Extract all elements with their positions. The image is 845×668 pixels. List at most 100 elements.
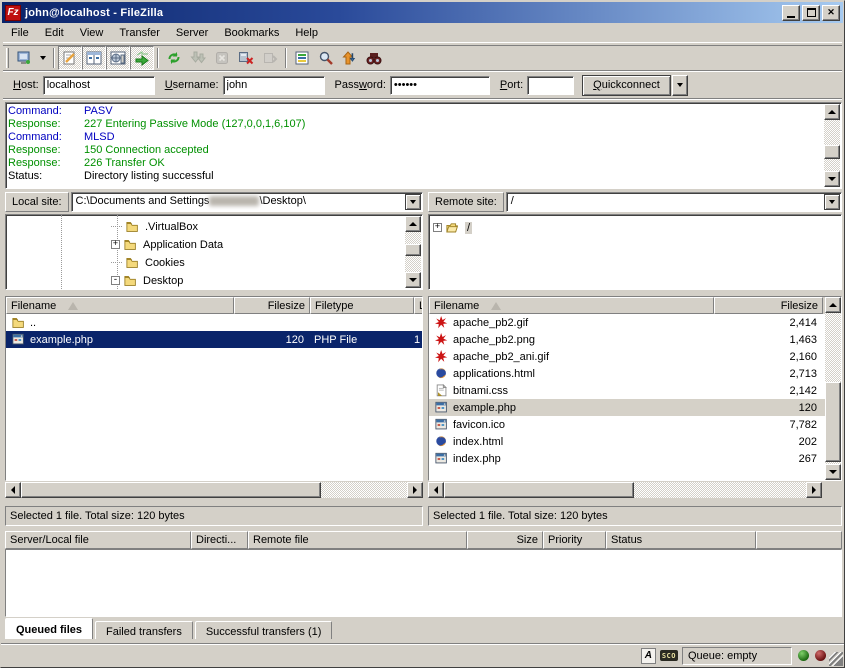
scroll-right-button[interactable]: [806, 482, 822, 498]
menu-transfer[interactable]: Transfer: [111, 25, 168, 41]
site-manager-button[interactable]: [12, 46, 36, 70]
quickconnect-dropdown[interactable]: [672, 75, 688, 96]
remote-site-combo[interactable]: /: [506, 192, 842, 212]
queue-column-priority[interactable]: Priority: [543, 531, 606, 549]
column-header-filesize[interactable]: Filesize: [234, 297, 310, 314]
remote-site-path[interactable]: /: [506, 192, 842, 212]
file-row-example-php[interactable]: example.php120: [429, 399, 841, 416]
scroll-up-button[interactable]: [825, 297, 841, 313]
chevron-down-icon: [410, 200, 416, 204]
tab-queued-files[interactable]: Queued files: [5, 618, 93, 639]
chevron-down-icon: [40, 56, 46, 60]
scroll-thumb[interactable]: [405, 244, 421, 256]
menu-file[interactable]: File: [3, 25, 37, 41]
menu-view[interactable]: View: [72, 25, 112, 41]
file-row-bitnami-css[interactable]: bitnami.css2,142: [429, 382, 841, 399]
host-input[interactable]: [43, 76, 155, 95]
file-size-cell: 2,713: [714, 368, 823, 380]
tree-item-cookies[interactable]: Cookies: [111, 254, 185, 271]
close-button[interactable]: ✕: [822, 5, 840, 21]
local-site-path[interactable]: C:\Documents and Settings\Desktop\: [71, 192, 423, 212]
refresh-button[interactable]: [162, 46, 186, 70]
column-header-l[interactable]: L: [414, 297, 423, 314]
toggle-message-log-button[interactable]: [58, 46, 82, 70]
column-header-filename[interactable]: Filename: [429, 297, 714, 314]
toggle-remote-tree-button[interactable]: [106, 46, 130, 70]
scroll-thumb[interactable]: [21, 482, 321, 498]
scroll-up-button[interactable]: [405, 216, 421, 232]
file-row-apache-pb2-ani-gif[interactable]: apache_pb2_ani.gif2,160: [429, 348, 841, 365]
scroll-up-button[interactable]: [824, 104, 840, 120]
indicator-badge-icon[interactable]: SCO: [660, 650, 678, 661]
find-files-button[interactable]: [362, 46, 386, 70]
scroll-down-button[interactable]: [825, 464, 841, 480]
scroll-left-button[interactable]: [428, 482, 444, 498]
menu-help[interactable]: Help: [287, 25, 326, 41]
remote-site-dropdown[interactable]: [824, 194, 840, 210]
file-row--[interactable]: ..: [6, 314, 422, 331]
tree-item-desktop[interactable]: -Desktop: [111, 272, 183, 289]
queue-column-remote-file[interactable]: Remote file: [248, 531, 467, 549]
disconnect-button[interactable]: [234, 46, 258, 70]
tree-item-root[interactable]: +/: [433, 219, 472, 236]
scroll-thumb[interactable]: [824, 145, 840, 159]
scroll-thumb[interactable]: [444, 482, 634, 498]
log-scrollbar[interactable]: [823, 104, 840, 187]
filter-button[interactable]: [290, 46, 314, 70]
scroll-right-button[interactable]: [407, 482, 423, 498]
tab-successful-transfers-1-[interactable]: Successful transfers (1): [195, 621, 333, 639]
expand-icon[interactable]: +: [433, 223, 442, 232]
local-site-dropdown[interactable]: [405, 194, 421, 210]
tab-failed-transfers[interactable]: Failed transfers: [95, 621, 193, 639]
reconnect-button[interactable]: [258, 46, 282, 70]
menu-bookmarks[interactable]: Bookmarks: [216, 25, 287, 41]
toggle-transfer-queue-button[interactable]: [130, 46, 154, 70]
scroll-left-button[interactable]: [5, 482, 21, 498]
chevron-down-icon: [829, 200, 835, 204]
site-manager-dropdown[interactable]: [36, 46, 50, 70]
toggle-local-tree-button[interactable]: [82, 46, 106, 70]
queue-column-server-local-file[interactable]: Server/Local file: [5, 531, 191, 549]
username-input[interactable]: [223, 76, 325, 95]
quickconnect-button[interactable]: Quickconnect: [582, 75, 671, 96]
file-row-example-php[interactable]: example.php120PHP File1: [6, 331, 422, 348]
menu-edit[interactable]: Edit: [37, 25, 72, 41]
file-row-index-html[interactable]: index.html202: [429, 433, 841, 450]
file-row-applications-html[interactable]: applications.html2,713: [429, 365, 841, 382]
process-queue-button[interactable]: [186, 46, 210, 70]
local-site-combo[interactable]: C:\Documents and Settings\Desktop\: [71, 192, 423, 212]
remote-hscrollbar[interactable]: [428, 482, 822, 499]
column-header-filetype[interactable]: Filetype: [310, 297, 414, 314]
resize-grip[interactable]: [829, 652, 843, 666]
file-row-favicon-ico[interactable]: favicon.ico7,782: [429, 416, 841, 433]
sync-browsing-button[interactable]: [338, 46, 362, 70]
menu-server[interactable]: Server: [168, 25, 216, 41]
minimize-button[interactable]: [782, 5, 800, 21]
expand-icon[interactable]: +: [111, 240, 120, 249]
remote-list-scrollbar[interactable]: [824, 297, 841, 480]
scroll-thumb[interactable]: [825, 382, 841, 462]
compare-button[interactable]: [314, 46, 338, 70]
password-input[interactable]: [390, 76, 490, 95]
scroll-down-button[interactable]: [405, 272, 421, 288]
local-tree-scrollbar[interactable]: [404, 216, 421, 288]
port-input[interactable]: [527, 76, 574, 95]
queue-column-status[interactable]: Status: [606, 531, 756, 549]
tree-item--virtualbox[interactable]: .VirtualBox: [111, 218, 198, 235]
file-row-index-php[interactable]: index.php267: [429, 450, 841, 467]
scroll-down-button[interactable]: [824, 171, 840, 187]
cancel-operation-button[interactable]: [210, 46, 234, 70]
datatype-ascii-icon[interactable]: A: [641, 648, 656, 664]
local-hscrollbar[interactable]: [5, 482, 423, 499]
queue-column-directi-[interactable]: Directi...: [191, 531, 248, 549]
tree-item-application-data[interactable]: +Application Data: [111, 236, 223, 253]
folder-icon: [125, 256, 141, 270]
queue-column-size[interactable]: Size: [467, 531, 543, 549]
file-row-apache-pb2-png[interactable]: apache_pb2.png1,463: [429, 331, 841, 348]
collapse-icon[interactable]: -: [111, 276, 120, 285]
toolbar-grip[interactable]: [6, 48, 9, 68]
column-header-filesize[interactable]: Filesize: [714, 297, 823, 314]
column-header-filename[interactable]: Filename: [6, 297, 234, 314]
maximize-button[interactable]: [802, 5, 820, 21]
file-row-apache-pb2-gif[interactable]: apache_pb2.gif2,414: [429, 314, 841, 331]
